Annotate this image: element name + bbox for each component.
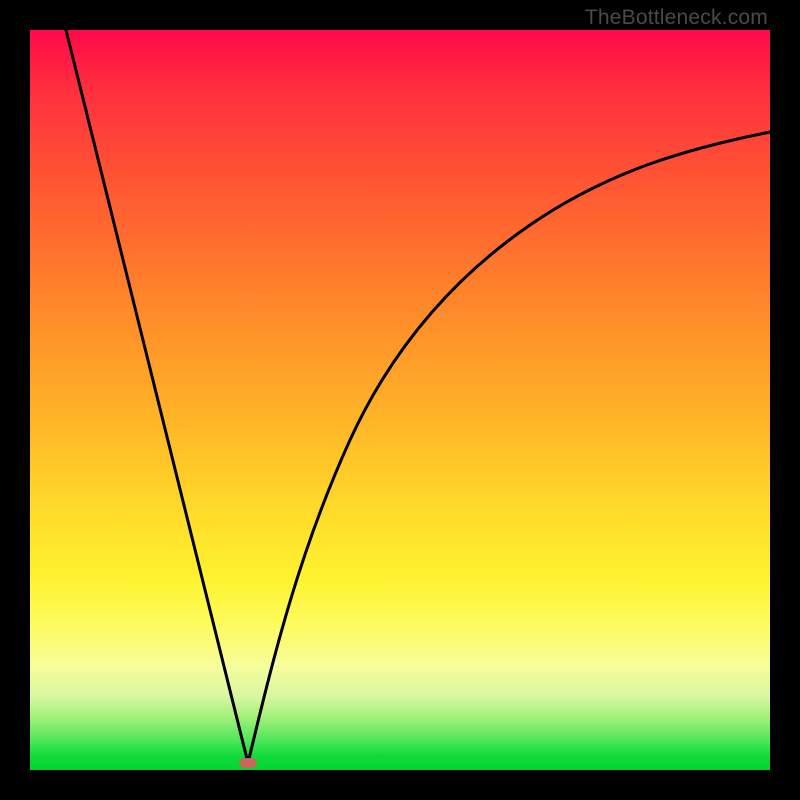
curve-right-branch <box>248 132 770 763</box>
chart-curve <box>30 30 770 770</box>
curve-left-branch <box>66 30 248 763</box>
chart-frame <box>30 30 770 770</box>
watermark-text: TheBottleneck.com <box>585 6 768 30</box>
min-point-marker <box>239 758 257 768</box>
